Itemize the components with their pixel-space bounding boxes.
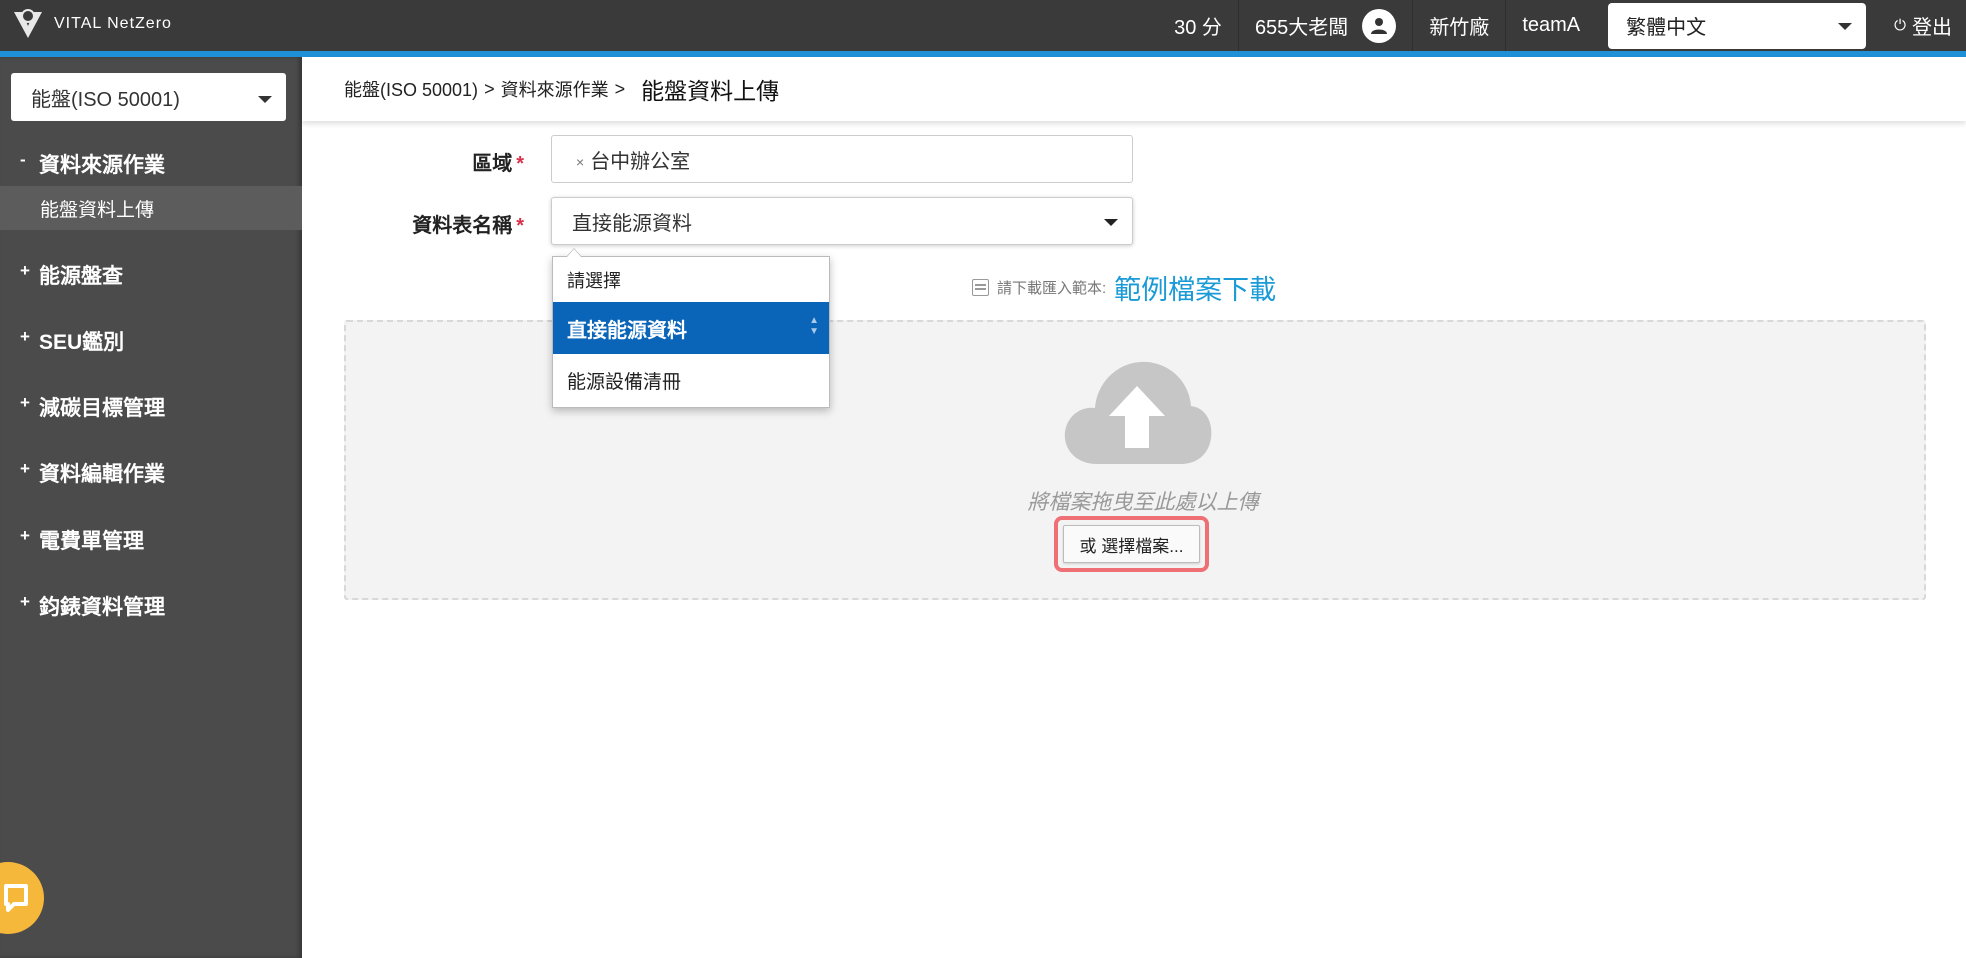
logout-label: 登出 [1912,17,1952,39]
required-mark: * [516,153,524,175]
sidebar-group-reduction-target[interactable]: + 減碳目標管理 [0,389,302,425]
score-display: 30 分 [1174,17,1222,39]
sheet-name-label: 資料表名稱 * [380,209,524,238]
sidebar-group-label: SEU鑑別 [39,331,125,354]
template-download-row: 請下載匯入範本: 範例檔案下載 [972,268,1276,307]
dropdown-option-selected[interactable]: 直接能源資料 ▲ ▼ [553,302,829,354]
sidebar-group-seu[interactable]: + SEU鑑別 [0,323,302,359]
user-menu[interactable]: 655大老闆 [1237,0,1412,51]
breadcrumb: 能盤(ISO 50001) > 資料來源作業 > 能盤資料上傳 [302,57,1966,121]
chat-support-button[interactable] [0,862,44,934]
sidebar-group-label: 減碳目標管理 [39,397,165,420]
module-select-value: 能盤(ISO 50001) [31,88,180,111]
expand-icon: + [20,526,30,545]
sidebar-item-energy-upload[interactable]: 能盤資料上傳 [0,186,302,230]
sidebar-group-data-source[interactable]: - 資料來源作業 [0,146,302,182]
expand-icon: + [20,459,30,478]
vital-logo-icon [14,9,42,38]
template-hint: 請下載匯入範本: [997,280,1107,297]
language-value: 繁體中文 [1626,17,1707,39]
sidebar-group-electricity-bill[interactable]: + 電費單管理 [0,522,302,558]
template-download-link[interactable]: 範例檔案下載 [1114,268,1276,307]
language-select[interactable]: 繁體中文 [1608,2,1867,49]
sidebar-item-label: 能盤資料上傳 [40,199,155,221]
expand-icon: + [20,327,30,346]
sidebar-group-label: 資料編輯作業 [39,463,165,486]
sidebar: 能盤(ISO 50001) - 資料來源作業 能盤資料上傳 + 能源盤查 + S… [0,57,302,958]
required-mark: * [516,215,524,237]
sidebar-group-label: 資料來源作業 [39,154,165,177]
breadcrumb-separator: > [614,78,626,99]
sort-arrows-icon: ▲ ▼ [809,315,819,337]
breadcrumb-item[interactable]: 資料來源作業 [501,76,609,102]
sidebar-group-energy-audit[interactable]: + 能源盤查 [0,257,302,293]
area-label-text: 區域 [472,153,513,175]
sidebar-group-label: 鈞錶資料管理 [39,596,165,619]
sidebar-group-label: 電費單管理 [39,530,144,553]
power-icon: ⏻ [1894,17,1906,34]
sheet-name-value: 直接能源資料 [572,212,692,235]
chevron-down-icon [1838,22,1853,30]
choose-file-button[interactable]: 或 選擇檔案... [1063,525,1200,563]
dropdown-option[interactable]: 請選擇 [553,257,829,302]
top-nav: 30 分 655大老闆 新竹廠 teamA 繁體中文 ⏻ 登出 [1158,0,1966,51]
breadcrumb-separator: > [484,78,495,99]
sheet-name-label-text: 資料表名稱 [412,215,513,237]
brand-name: VITAL NetZero [54,15,172,32]
sheet-name-dropdown: 請選擇 直接能源資料 ▲ ▼ 能源設備清冊 [552,248,830,408]
remove-tag-icon[interactable]: × [576,154,584,170]
sidebar-group-data-edit[interactable]: + 資料編輯作業 [0,455,302,491]
sidebar-group-label: 能源盤查 [39,265,123,288]
chat-icon [4,884,28,912]
expand-icon: + [20,393,30,412]
breadcrumb-item[interactable]: 能盤(ISO 50001) [344,76,478,102]
area-multiselect[interactable]: × 台中辦公室 [551,135,1133,183]
logout-button[interactable]: ⏻ 登出 [1878,11,1966,40]
area-label: 區域 * [400,147,524,176]
brand-logo[interactable]: VITAL NetZero [10,6,172,42]
dropdown-option-label: 直接能源資料 [567,319,687,342]
top-bar: VITAL NetZero 30 分 655大老闆 新竹廠 teamA 繁體中文… [0,0,1966,51]
dropdown-option[interactable]: 能源設備清冊 [553,354,829,407]
dropzone-hint: 將檔案拖曳至此處以上傳 [1027,491,1259,514]
collapse-icon: - [20,150,26,169]
chevron-down-icon [258,96,272,103]
expand-icon: + [20,592,30,611]
module-select[interactable]: 能盤(ISO 50001) [11,73,286,121]
page-title: 能盤資料上傳 [641,78,780,104]
expand-icon: + [20,261,30,280]
sidebar-group-meter-data[interactable]: + 鈞錶資料管理 [0,588,302,624]
user-name: 655大老闆 [1254,17,1349,39]
user-avatar-icon[interactable] [1362,8,1397,43]
chevron-down-icon [1104,219,1118,226]
file-template-icon [972,279,989,296]
highlight-outline: 或 選擇檔案... [1054,516,1209,572]
cloud-upload-icon [1064,361,1212,464]
area-tag: 台中辦公室 [590,150,691,173]
team-selector[interactable]: teamA [1505,0,1596,51]
sheet-name-select[interactable]: 直接能源資料 [551,197,1133,245]
site-selector[interactable]: 新竹廠 [1412,0,1505,51]
